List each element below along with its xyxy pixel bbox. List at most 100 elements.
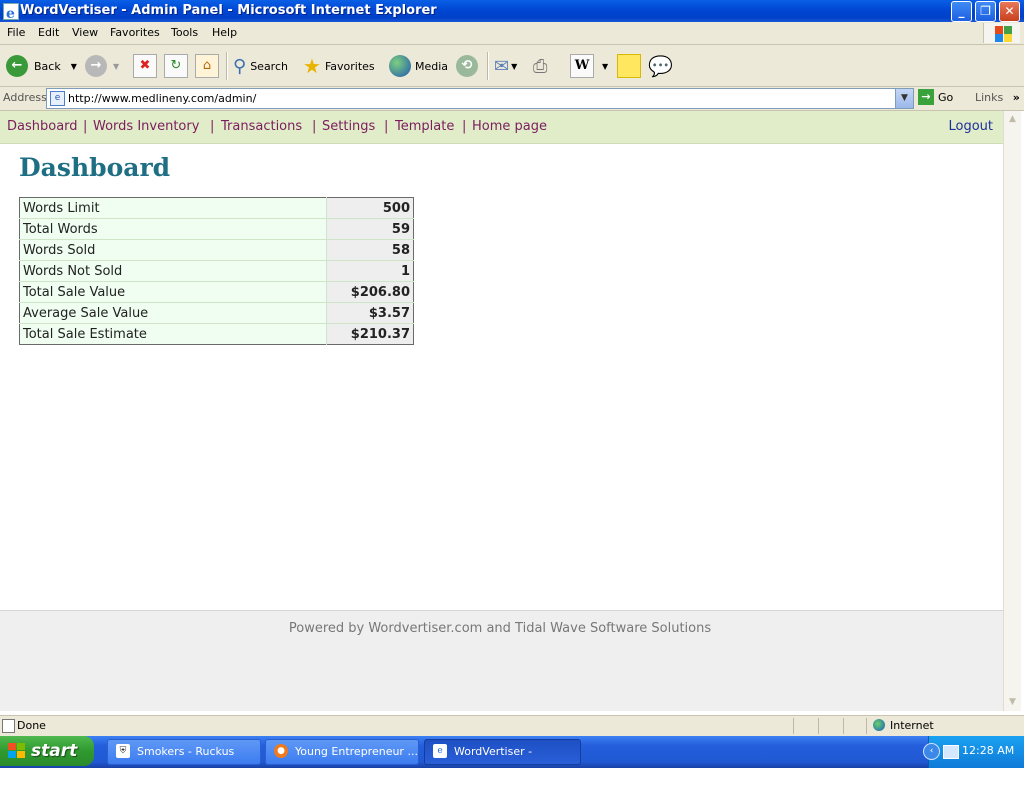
address-url[interactable]: http://www.medlineny.com/admin/ (68, 92, 256, 105)
nav-template[interactable]: Template (395, 119, 454, 134)
window-title: WordVertiser - Admin Panel - Microsoft I… (20, 3, 437, 18)
scroll-up-icon[interactable]: ▲ (1004, 111, 1021, 128)
stat-value: 1 (326, 260, 414, 282)
logout-link[interactable]: Logout (948, 119, 993, 134)
menu-edit[interactable]: Edit (38, 26, 59, 39)
nav-dashboard[interactable]: Dashboard (7, 119, 78, 134)
back-arrow-icon: ← (6, 55, 28, 77)
network-icon[interactable] (943, 745, 959, 759)
menu-file[interactable]: File (7, 26, 25, 39)
nav-separator: | (83, 119, 88, 134)
messenger-icon: 💬 (648, 54, 673, 78)
menu-favorites[interactable]: Favorites (110, 26, 160, 39)
page-icon: e (50, 91, 65, 106)
home-icon: ⌂ (195, 54, 219, 78)
media-label: Media (415, 59, 449, 73)
menu-tools[interactable]: Tools (171, 26, 198, 39)
go-label: Go (938, 90, 954, 104)
edit-dropdown-icon[interactable]: ▼ (602, 62, 608, 71)
stats-row: Total Sale Estimate $210.37 (19, 323, 414, 345)
stats-row: Average Sale Value $3.57 (19, 302, 414, 324)
page-status-icon (2, 719, 15, 733)
menu-view[interactable]: View (72, 26, 98, 39)
ie-icon: e (433, 744, 447, 758)
stop-button[interactable]: ✖ (133, 53, 157, 79)
search-icon: ⚲ (233, 55, 247, 77)
search-button[interactable]: ⚲ Search (233, 53, 288, 79)
menu-help[interactable]: Help (212, 26, 237, 39)
start-button[interactable]: start (0, 736, 94, 766)
windows-logo-icon (983, 23, 1020, 43)
minimize-button[interactable]: _ (951, 1, 972, 22)
nav-transactions[interactable]: Transactions (221, 119, 302, 134)
zone-text: Internet (890, 719, 934, 732)
address-dropdown-icon[interactable]: ▼ (895, 89, 913, 108)
messenger-button[interactable]: 💬 (648, 53, 673, 79)
close-button[interactable]: ✕ (999, 1, 1020, 22)
ie-icon: e (3, 3, 19, 22)
nav-home-page[interactable]: Home page (472, 119, 547, 134)
stats-table: Words Limit 500 Total Words 59 Words Sold 58 W… (19, 197, 414, 345)
home-button[interactable]: ⌂ (195, 53, 219, 79)
page-viewport: Dashboard | Words Inventory | Transactio… (0, 111, 1003, 711)
windows-flag-icon (8, 743, 26, 759)
favorites-button[interactable]: ★ Favorites (303, 53, 375, 79)
stat-value: 59 (326, 218, 414, 240)
forward-dropdown-icon[interactable]: ▼ (113, 62, 119, 71)
status-bar: Done Internet (0, 715, 1024, 736)
refresh-button[interactable]: ↻ (164, 53, 188, 79)
page-footer: Powered by Wordvertiser.com and Tidal Wa… (0, 610, 1003, 711)
go-button[interactable]: → Go (918, 89, 953, 105)
chevron-right-icon: » (1012, 91, 1020, 104)
scroll-down-icon[interactable]: ▼ (1004, 694, 1021, 711)
mail-dropdown-icon[interactable]: ▼ (511, 62, 517, 71)
taskbar: start ⛨ Smokers - Ruckus ● Young Entrepr… (0, 736, 1024, 782)
internet-zone-icon (873, 719, 885, 731)
vertical-scrollbar[interactable]: ▲ ▼ (1003, 111, 1021, 711)
media-button[interactable]: Media (389, 53, 448, 79)
stats-row: Total Sale Value $206.80 (19, 281, 414, 303)
task-young-entrepreneur[interactable]: ● Young Entrepreneur ... (265, 739, 419, 765)
task-smokers-ruckus[interactable]: ⛨ Smokers - Ruckus (107, 739, 261, 765)
stat-value: 58 (326, 239, 414, 261)
back-label: Back (34, 59, 61, 73)
favorites-label: Favorites (324, 59, 375, 73)
address-label: Address (3, 91, 47, 104)
address-input[interactable]: e http://www.medlineny.com/admin/ ▼ (46, 88, 914, 109)
stat-label: Words Not Sold (19, 260, 327, 282)
nav-words-inventory[interactable]: Words Inventory (93, 119, 199, 134)
word-icon: W (570, 54, 594, 78)
shield-icon: ⛨ (116, 744, 130, 758)
stat-label: Total Sale Estimate (19, 323, 327, 345)
notes-button[interactable] (617, 53, 641, 79)
back-button[interactable]: ← Back ▼ (6, 53, 77, 79)
history-icon: ⟲ (456, 55, 478, 77)
menu-bar: File Edit View Favorites Tools Help (0, 22, 1024, 45)
forward-arrow-icon: → (85, 55, 107, 77)
mail-button[interactable]: ✉ ▼ (494, 53, 517, 79)
stat-label: Total Sale Value (19, 281, 327, 303)
nav-settings[interactable]: Settings (322, 119, 375, 134)
standard-toolbar: ← Back ▼ → ▼ ✖ ↻ ⌂ ⚲ Search ★ Favorites … (0, 45, 1024, 87)
stats-row: Words Sold 58 (19, 239, 414, 261)
stat-value: $210.37 (326, 323, 414, 345)
task-wordvertiser[interactable]: e WordVertiser - Admin... (424, 739, 581, 782)
nav-separator: | (210, 119, 215, 134)
back-dropdown-icon[interactable]: ▼ (71, 62, 77, 71)
nav-separator: | (462, 119, 467, 134)
clock[interactable]: 12:28 AM (962, 744, 1014, 757)
start-label: start (31, 741, 78, 761)
history-button[interactable]: ⟲ (456, 53, 484, 79)
stats-row: Words Limit 500 (19, 197, 414, 219)
stats-row: Total Words 59 (19, 218, 414, 240)
links-button[interactable]: Links » (975, 91, 1020, 104)
media-globe-icon (389, 55, 411, 77)
print-button[interactable]: ⎙ (533, 53, 547, 79)
show-hidden-icons-icon[interactable]: ‹ (923, 743, 940, 760)
printer-icon: ⎙ (533, 55, 548, 77)
stat-label: Average Sale Value (19, 302, 327, 324)
window-titlebar: e WordVertiser - Admin Panel - Microsoft… (0, 0, 1024, 22)
edit-button[interactable]: W ▼ (570, 53, 608, 79)
forward-button[interactable]: → ▼ (85, 53, 119, 79)
restore-button[interactable]: ❐ (975, 1, 996, 22)
